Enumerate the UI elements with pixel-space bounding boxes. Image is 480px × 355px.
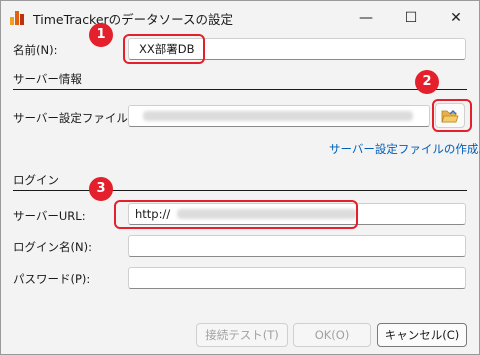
close-button[interactable]: ✕ — [433, 1, 479, 35]
server-url-label: サーバーURL: — [13, 209, 86, 223]
callout-badge-2: 2 — [415, 70, 439, 94]
password-label: パスワード(P): — [13, 272, 91, 286]
password-input[interactable] — [128, 267, 466, 289]
server-section-header: サーバー情報 — [13, 71, 467, 90]
test-connection-button[interactable]: 接続テスト(T) — [196, 323, 288, 347]
redacted-text — [143, 111, 413, 121]
title-bar: TimeTrackerのデータソースの設定 — ☐ ✕ — [1, 1, 479, 35]
callout-badge-1: 1 — [89, 23, 113, 47]
login-section-heading: ログイン — [13, 173, 59, 187]
ok-button[interactable]: OK(O) — [293, 323, 371, 347]
callout-box-2 — [432, 99, 472, 132]
login-section-header: ログイン — [13, 172, 467, 191]
login-name-label: ログイン名(N): — [13, 240, 92, 254]
dialog-window: TimeTrackerのデータソースの設定 — ☐ ✕ 名前(N): XX部署D… — [0, 0, 480, 355]
minimize-button[interactable]: — — [343, 1, 389, 35]
window-title: TimeTrackerのデータソースの設定 — [33, 12, 234, 27]
callout-badge-3: 3 — [89, 177, 113, 201]
timetracker-app-icon — [10, 11, 24, 25]
server-section-heading: サーバー情報 — [13, 72, 82, 86]
name-label: 名前(N): — [13, 43, 58, 57]
server-file-input[interactable] — [128, 105, 430, 127]
maximize-button[interactable]: ☐ — [388, 1, 434, 35]
cancel-button[interactable]: キャンセル(C) — [377, 323, 467, 347]
create-server-file-link[interactable]: サーバー設定ファイルの作成... — [329, 141, 480, 157]
callout-box-1 — [123, 34, 205, 64]
callout-box-3 — [114, 200, 358, 229]
login-name-input[interactable] — [128, 235, 466, 257]
